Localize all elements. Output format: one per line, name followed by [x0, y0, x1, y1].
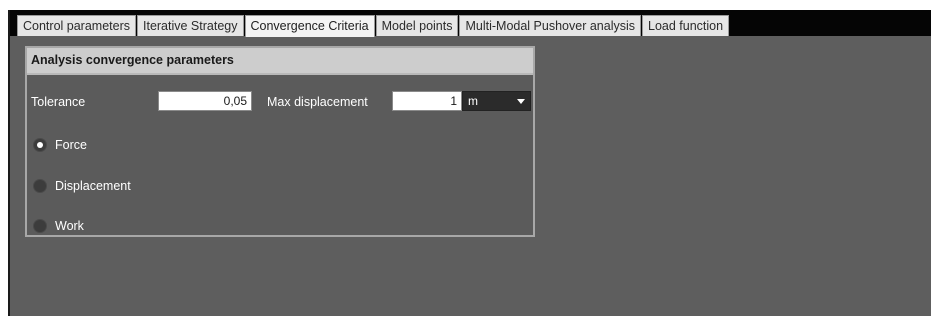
- tab-load-function[interactable]: Load function: [642, 15, 730, 36]
- max-displacement-input[interactable]: 1: [392, 91, 462, 111]
- max-displacement-label: Max displacement: [267, 95, 368, 109]
- unit-value: m: [468, 94, 478, 108]
- convergence-parameters-panel: Analysis convergence parameters Toleranc…: [25, 46, 535, 237]
- radio-button-icon[interactable]: [33, 219, 47, 233]
- radio-force[interactable]: Force: [33, 137, 87, 153]
- radio-displacement[interactable]: Displacement: [33, 178, 131, 194]
- tab-list: Control parameters Iterative Strategy Co…: [17, 15, 730, 37]
- radio-work[interactable]: Work: [33, 218, 84, 234]
- panel-header: Analysis convergence parameters: [27, 48, 533, 75]
- tab-iterative-strategy[interactable]: Iterative Strategy: [137, 15, 244, 36]
- panel-title: Analysis convergence parameters: [31, 53, 234, 67]
- tolerance-input[interactable]: 0,05: [158, 91, 252, 111]
- tab-convergence-criteria[interactable]: Convergence Criteria: [244, 15, 375, 37]
- chevron-down-icon[interactable]: [512, 92, 530, 110]
- tab-bar: Control parameters Iterative Strategy Co…: [10, 10, 931, 37]
- tolerance-label: Tolerance: [31, 95, 86, 109]
- application-window: Control parameters Iterative Strategy Co…: [8, 10, 931, 316]
- tab-control-parameters[interactable]: Control parameters: [17, 15, 136, 36]
- radio-button-icon[interactable]: [33, 138, 47, 152]
- tab-model-points[interactable]: Model points: [375, 15, 459, 36]
- unit-dropdown[interactable]: m: [462, 91, 531, 111]
- tab-multi-modal-pushover-analysis[interactable]: Multi-Modal Pushover analysis: [459, 15, 641, 36]
- radio-label-displacement: Displacement: [55, 179, 131, 193]
- radio-label-work: Work: [55, 219, 84, 233]
- radio-button-icon[interactable]: [33, 179, 47, 193]
- radio-label-force: Force: [55, 138, 87, 152]
